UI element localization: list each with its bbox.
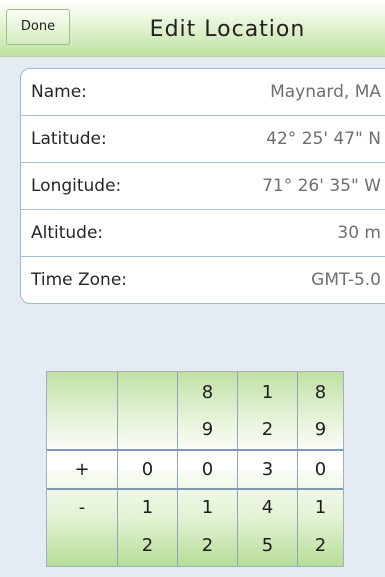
picker-cell [47, 411, 117, 449]
picker-cell: 2 [314, 535, 327, 556]
picker-cell: 8 [201, 382, 214, 403]
picker-cell: 1 [261, 382, 274, 403]
selection-top-line [47, 449, 343, 451]
picker-cell: - [78, 497, 86, 518]
picker-column-digit-1[interactable]: 0 1 2 [117, 372, 177, 566]
picker-column-digit-3[interactable]: 1 2 3 4 5 [237, 372, 297, 566]
longitude-value: 71° 26' 35" W [262, 176, 381, 196]
picker-selected-cell: + [74, 459, 90, 480]
altitude-value: 30 m [337, 223, 381, 243]
picker-selected-cell: 3 [261, 459, 274, 480]
picker-cell: 1 [141, 497, 154, 518]
picker-cell [47, 527, 117, 565]
time-zone-label: Time Zone: [31, 270, 128, 290]
longitude-row[interactable]: Longitude: 71° 26' 35" W [21, 163, 385, 209]
picker-column-digit-2[interactable]: 8 9 0 1 2 [177, 372, 237, 566]
time-zone-value: GMT-5.0 [311, 270, 381, 290]
name-row[interactable]: Name: Maynard, MA [21, 69, 385, 115]
location-fields-card: Name: Maynard, MA Latitude: 42° 25' 47" … [20, 68, 385, 304]
latitude-label: Latitude: [31, 129, 107, 149]
picker-cell: 2 [261, 419, 274, 440]
altitude-label: Altitude: [31, 223, 104, 243]
picker-cell: 1 [201, 497, 214, 518]
picker-column-sign[interactable]: + - [47, 372, 117, 566]
longitude-label: Longitude: [31, 176, 122, 196]
picker-cell [47, 374, 117, 412]
picker-selected-cell: 0 [314, 459, 327, 480]
selection-bottom-line [47, 488, 343, 490]
altitude-digit-picker[interactable]: + - 0 1 2 8 9 0 1 2 1 2 3 4 5 8 9 0 1 2 [46, 371, 344, 567]
picker-cell: 1 [314, 497, 327, 518]
picker-cell: 4 [261, 497, 274, 518]
picker-cell: 5 [261, 535, 274, 556]
picker-cell: 2 [201, 535, 214, 556]
name-label: Name: [31, 82, 87, 102]
picker-cell [118, 374, 177, 412]
picker-column-digit-4[interactable]: 8 9 0 1 2 [297, 372, 343, 566]
done-button[interactable]: Done [6, 9, 70, 45]
altitude-row[interactable]: Altitude: 30 m [21, 210, 385, 256]
latitude-value: 42° 25' 47" N [266, 129, 381, 149]
title-bar: Done Edit Location [0, 0, 385, 57]
time-zone-row[interactable]: Time Zone: GMT-5.0 [21, 257, 385, 303]
picker-selected-cell: 0 [201, 459, 214, 480]
picker-cell: 2 [141, 535, 154, 556]
picker-cell [118, 411, 177, 449]
picker-cell: 9 [314, 419, 327, 440]
latitude-row[interactable]: Latitude: 42° 25' 47" N [21, 116, 385, 162]
name-value: Maynard, MA [270, 82, 381, 102]
page-title: Edit Location [149, 17, 306, 42]
picker-cell: 9 [201, 419, 214, 440]
picker-selected-cell: 0 [141, 459, 154, 480]
picker-cell: 8 [314, 382, 327, 403]
